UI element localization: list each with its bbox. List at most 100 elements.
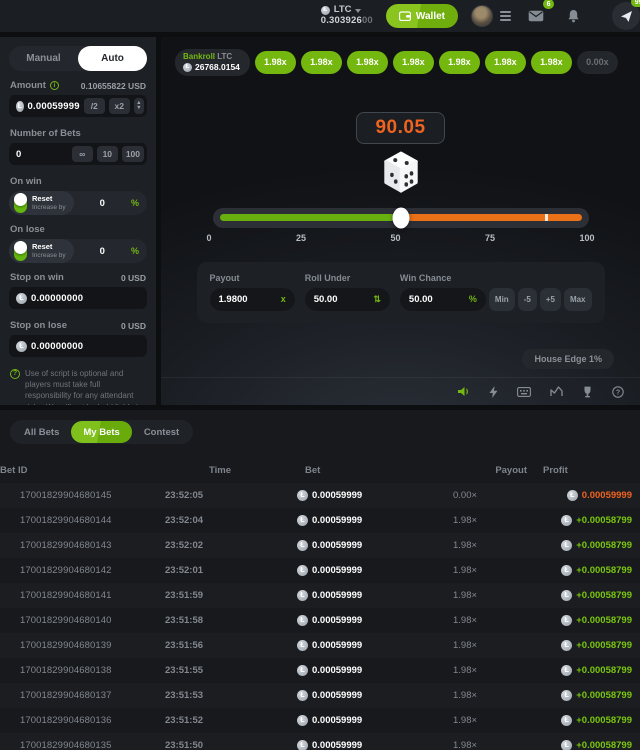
half-button[interactable]: /2 bbox=[84, 98, 105, 114]
ltc-coin-icon: Ł bbox=[561, 615, 572, 626]
multiplier-pill[interactable]: 1.98x bbox=[485, 51, 526, 74]
multiplier-pill[interactable]: 1.98x bbox=[301, 51, 342, 74]
bet-amount: Ł0.00059999 bbox=[283, 490, 433, 501]
chevron-down-icon bbox=[355, 9, 361, 13]
on-lose-value[interactable]: 0 bbox=[74, 246, 131, 257]
currency-selector[interactable]: Ł LTC 0.30392600 bbox=[321, 5, 373, 27]
live-stats-button[interactable] bbox=[550, 386, 563, 397]
amount-stepper[interactable]: ▲▼ bbox=[134, 98, 144, 114]
amount-input[interactable]: Ł 0.00059999 /2 x2 ▲▼ bbox=[9, 95, 147, 117]
bet-profit: Ł+0.00058799 bbox=[543, 665, 640, 676]
ltc-coin-icon: Ł bbox=[561, 540, 572, 551]
slider-knob[interactable] bbox=[392, 207, 409, 228]
multiplier-x-icon: x bbox=[281, 294, 286, 304]
ltc-coin-icon: Ł bbox=[297, 590, 308, 601]
bets-tab[interactable]: My Bets bbox=[71, 421, 131, 443]
bet-row[interactable]: 17001829904680138 23:51:55 Ł0.00059999 1… bbox=[0, 658, 640, 683]
bet-profit: Ł+0.00058799 bbox=[543, 715, 640, 726]
bet-profit: Ł0.00059999 bbox=[543, 490, 640, 501]
amount-value[interactable]: 0.00059999 bbox=[28, 101, 80, 112]
win-chance-step-button[interactable]: -5 bbox=[518, 288, 537, 311]
turbo-button[interactable] bbox=[489, 386, 498, 398]
stop-on-lose-value[interactable]: 0.00000000 bbox=[31, 341, 144, 352]
multiplier-pill[interactable]: 1.98x bbox=[255, 51, 296, 74]
bet-time: 23:51:55 bbox=[165, 665, 283, 676]
on-lose-toggle[interactable]: ResetIncrease by bbox=[9, 239, 74, 263]
wallet-button[interactable]: Wallet bbox=[386, 4, 458, 28]
bet-row[interactable]: 17001829904680145 23:52:05 Ł0.00059999 0… bbox=[0, 483, 640, 508]
top-header: Ł LTC 0.30392600 Wallet 6 99 bbox=[0, 0, 640, 32]
bet-row[interactable]: 17001829904680144 23:52:04 Ł0.00059999 1… bbox=[0, 508, 640, 533]
multiplier-pill[interactable]: 1.98x bbox=[393, 51, 434, 74]
bet-row[interactable]: 17001829904680137 23:51:53 Ł0.00059999 1… bbox=[0, 683, 640, 708]
result-marker bbox=[545, 214, 548, 221]
bet-row[interactable]: 17001829904680141 23:51:59 Ł0.00059999 1… bbox=[0, 583, 640, 608]
messages-button[interactable]: 6 bbox=[524, 4, 548, 28]
multiplier-pill[interactable]: 1.98x bbox=[439, 51, 480, 74]
bet-profit: Ł+0.00058799 bbox=[543, 515, 640, 526]
bets-table-header: Bet IDTimeBetPayoutProfit bbox=[0, 457, 640, 483]
on-win-suffix: % bbox=[131, 198, 139, 208]
leaderboard-button[interactable] bbox=[582, 386, 593, 398]
bet-payout: 1.98× bbox=[433, 515, 543, 526]
double-button[interactable]: x2 bbox=[109, 98, 130, 114]
bet-row[interactable]: 17001829904680143 23:52:02 Ł0.00059999 1… bbox=[0, 533, 640, 558]
multiplier-pill[interactable]: 1.98x bbox=[531, 51, 572, 74]
bet-id: 17001829904680135 bbox=[0, 740, 165, 750]
ltc-coin-icon: Ł bbox=[561, 715, 572, 726]
stop-on-win-value[interactable]: 0.00000000 bbox=[31, 293, 144, 304]
avatar[interactable] bbox=[471, 5, 493, 27]
column-header: Profit bbox=[543, 465, 640, 476]
chat-button[interactable]: 99 bbox=[612, 2, 640, 30]
win-chance-input[interactable]: 50.00 % bbox=[400, 288, 486, 311]
bets-preset-button[interactable]: 10 bbox=[97, 146, 118, 162]
bet-time: 23:51:53 bbox=[165, 690, 283, 701]
ltc-coin-icon: Ł bbox=[297, 740, 308, 750]
number-of-bets-input[interactable]: 0 ∞10100 bbox=[9, 143, 147, 165]
stop-on-win-input[interactable]: Ł 0.00000000 bbox=[9, 287, 147, 309]
tab-manual[interactable]: Manual bbox=[9, 46, 78, 71]
ltc-coin-icon: Ł bbox=[561, 590, 572, 601]
notifications-button[interactable] bbox=[561, 4, 585, 28]
on-win-value[interactable]: 0 bbox=[74, 198, 131, 209]
payout-input[interactable]: 1.9800 x bbox=[210, 288, 295, 311]
on-win-toggle[interactable]: ResetIncrease by bbox=[9, 191, 74, 215]
bet-payout: 1.98× bbox=[433, 615, 543, 626]
multiplier-pill[interactable]: 1.98x bbox=[347, 51, 388, 74]
bet-row[interactable]: 17001829904680140 23:51:58 Ł0.00059999 1… bbox=[0, 608, 640, 633]
win-chance-step-button[interactable]: Max bbox=[564, 288, 592, 311]
sound-button[interactable] bbox=[457, 386, 470, 397]
bet-row[interactable]: 17001829904680135 23:51:50 Ł0.00059999 1… bbox=[0, 733, 640, 750]
swap-arrows-icon[interactable]: ⇅ bbox=[373, 294, 381, 305]
bets-preset-button[interactable]: ∞ bbox=[72, 146, 93, 162]
script-disclaimer: ? Use of script is optional and players … bbox=[10, 368, 146, 405]
bet-row[interactable]: 17001829904680139 23:51:56 Ł0.00059999 1… bbox=[0, 633, 640, 658]
help-button[interactable]: ? bbox=[612, 386, 624, 398]
ltc-coin-icon: Ł bbox=[561, 690, 572, 701]
stop-on-lose-input[interactable]: Ł 0.00000000 bbox=[9, 335, 147, 357]
on-win-label: On win bbox=[10, 176, 42, 187]
bet-row[interactable]: 17001829904680136 23:51:52 Ł0.00059999 1… bbox=[0, 708, 640, 733]
number-of-bets-value[interactable]: 0 bbox=[16, 149, 68, 160]
scale-tick: 25 bbox=[296, 233, 306, 243]
hotkeys-button[interactable] bbox=[517, 387, 531, 397]
bets-tab[interactable]: Contest bbox=[132, 421, 191, 443]
roll-slider[interactable] bbox=[213, 208, 589, 228]
bankroll-pill[interactable]: Bankroll LTC Ł26768.0154 bbox=[175, 49, 250, 76]
bets-preset-button[interactable]: 100 bbox=[122, 146, 144, 162]
multiplier-pill[interactable]: 0.00x bbox=[577, 51, 618, 74]
column-header: Payout bbox=[433, 465, 543, 476]
roll-under-input[interactable]: 50.00 ⇅ bbox=[305, 288, 390, 311]
ltc-coin-icon: Ł bbox=[16, 293, 27, 304]
menu-icon bbox=[500, 11, 511, 21]
win-chance-step-button[interactable]: Min bbox=[489, 288, 515, 311]
bets-tab[interactable]: All Bets bbox=[12, 421, 71, 443]
ltc-coin-icon: Ł bbox=[561, 640, 572, 651]
info-icon[interactable]: i bbox=[50, 81, 59, 90]
tab-auto[interactable]: Auto bbox=[78, 46, 147, 71]
bet-row[interactable]: 17001829904680142 23:52:01 Ł0.00059999 1… bbox=[0, 558, 640, 583]
ltc-coin-icon: Ł bbox=[321, 6, 330, 15]
bet-profit: Ł+0.00058799 bbox=[543, 640, 640, 651]
profile-menu[interactable] bbox=[471, 5, 511, 27]
win-chance-step-button[interactable]: +5 bbox=[540, 288, 561, 311]
